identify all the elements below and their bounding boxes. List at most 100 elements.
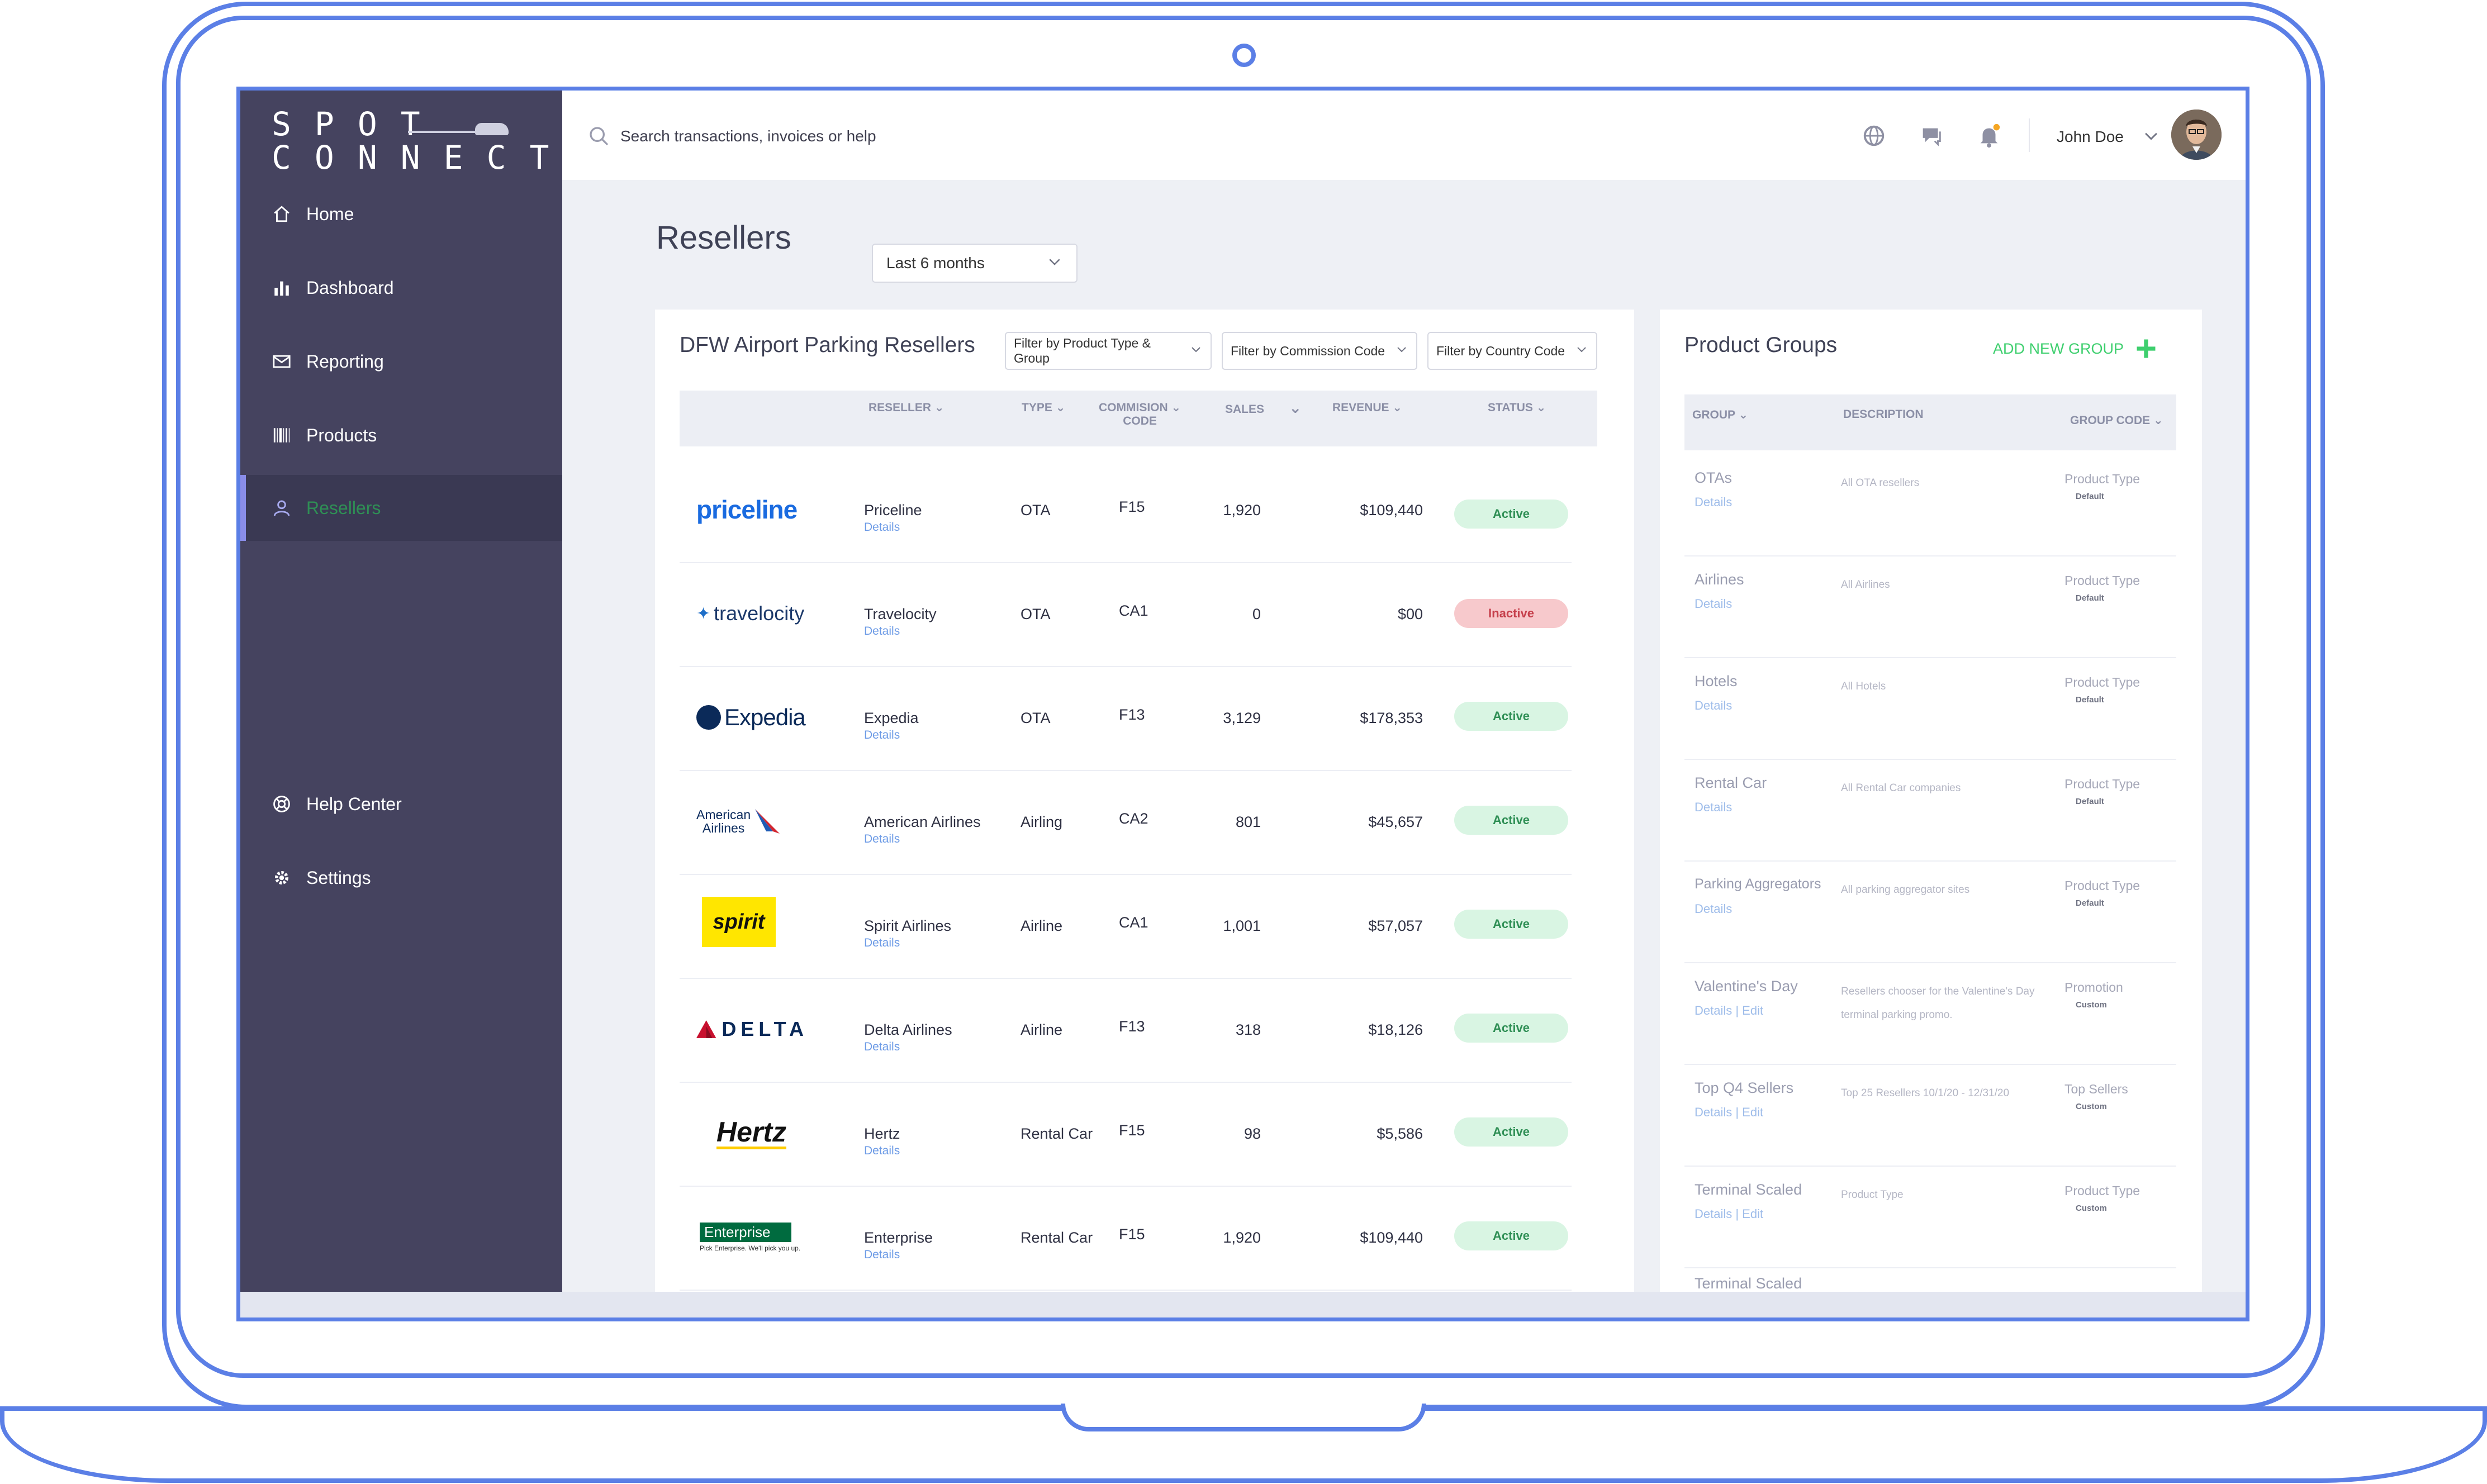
bell-icon[interactable] xyxy=(1976,123,2002,149)
logo-text: DELTA xyxy=(722,1017,808,1040)
list-item[interactable]: Terminal Scaled Details | Edit Product T… xyxy=(1684,1167,2176,1268)
details-link[interactable]: Details xyxy=(864,521,900,534)
column-label: SALES xyxy=(1225,403,1265,416)
group-details-link[interactable]: Details xyxy=(1695,800,1732,815)
list-item[interactable]: Valentine's Day Details | Edit Resellers… xyxy=(1684,963,2176,1065)
group-name: Hotels xyxy=(1695,673,1738,689)
table-row[interactable]: American Airlines American Airlines Deta… xyxy=(680,771,1572,875)
table-row[interactable]: Hertz Hertz Details Rental Car F15 98 $5… xyxy=(680,1083,1572,1187)
search-input[interactable]: Search transactions, invoices or help xyxy=(620,127,876,145)
sidebar-item-products[interactable]: Products xyxy=(240,402,562,468)
list-item[interactable]: Parking Aggregators Details All parking … xyxy=(1684,862,2176,963)
list-item[interactable]: Rental Car Details All Rental Car compan… xyxy=(1684,760,2176,862)
column-header-sales[interactable]: SALES xyxy=(1225,403,1264,416)
details-link[interactable]: Details xyxy=(864,1040,900,1054)
table-row[interactable]: ✦ travelocity Travelocity Details OTA CA… xyxy=(680,563,1572,667)
details-link[interactable]: Details xyxy=(864,729,900,742)
sidebar-item-home[interactable]: Home xyxy=(240,181,562,247)
details-link[interactable]: Details xyxy=(864,936,900,950)
sidebar-item-reporting[interactable]: Reporting xyxy=(240,329,562,394)
details-link[interactable]: Details xyxy=(864,1144,900,1158)
group-details-link[interactable]: Details xyxy=(1695,495,1732,510)
column-header-revenue[interactable]: REVENUE ⌄ xyxy=(1332,401,1402,415)
sidebar-item-resellers[interactable]: Resellers xyxy=(240,475,562,541)
filter-country-code[interactable]: Filter by Country Code xyxy=(1427,332,1597,370)
column-header-group-code[interactable]: GROUP CODE ⌄ xyxy=(2070,413,2163,427)
group-description: All OTA resellers xyxy=(1841,477,1920,489)
chevron-down-icon xyxy=(1189,343,1203,359)
barcode-icon xyxy=(270,424,293,446)
group-details-link[interactable]: Details xyxy=(1695,902,1732,916)
column-header-reseller[interactable]: RESELLER ⌄ xyxy=(868,401,944,415)
reseller-type: Airline xyxy=(1021,1021,1063,1038)
status-badge: Active xyxy=(1454,1014,1568,1043)
table-row[interactable]: DELTA Delta Airlines Details Airline F13… xyxy=(680,979,1572,1083)
sidebar-item-label: Settings xyxy=(306,867,371,888)
filter-product-type[interactable]: Filter by Product Type & Group xyxy=(1005,332,1212,370)
user-icon xyxy=(270,497,293,519)
group-name: Valentine's Day xyxy=(1695,978,1798,995)
group-details-link[interactable]: Details | Edit xyxy=(1695,1003,1763,1018)
column-header-status[interactable]: STATUS ⌄ xyxy=(1488,401,1546,415)
group-details-link[interactable]: Details xyxy=(1695,597,1732,611)
group-details-link[interactable]: Details | Edit xyxy=(1695,1207,1763,1221)
filter-commission-code[interactable]: Filter by Commission Code xyxy=(1222,332,1417,370)
plane-badge-icon xyxy=(696,705,721,730)
commission-code: CA1 xyxy=(1119,602,1148,619)
group-details-link[interactable]: Details | Edit xyxy=(1695,1105,1763,1120)
revenue-value: $109,440 xyxy=(1360,502,1423,519)
sidebar-item-settings[interactable]: Settings xyxy=(240,845,562,911)
group-details-link[interactable]: Details xyxy=(1695,698,1732,713)
search-icon[interactable] xyxy=(588,125,610,150)
reseller-name: Delta Airlines xyxy=(864,1021,952,1038)
group-code: Product Type xyxy=(2064,472,2140,486)
list-item[interactable]: Airlines Details All Airlines Product Ty… xyxy=(1684,556,2176,658)
chevron-down-icon[interactable]: ⌄ xyxy=(1289,398,1302,417)
sidebar-item-dashboard[interactable]: Dashboard xyxy=(240,255,562,321)
sidebar-item-help-center[interactable]: Help Center xyxy=(240,771,562,837)
period-select[interactable]: Last 6 months xyxy=(872,244,1078,283)
details-link[interactable]: Details xyxy=(864,625,900,638)
sales-value: 1,920 xyxy=(1223,502,1261,519)
reseller-name: Enterprise xyxy=(864,1229,933,1246)
details-link[interactable]: Details xyxy=(864,833,900,846)
status-badge: Active xyxy=(1454,806,1568,835)
table-row[interactable]: Expedia Expedia Details OTA F13 3,129 $1… xyxy=(680,667,1572,771)
column-label: REVENUE xyxy=(1332,401,1389,414)
gear-icon xyxy=(270,867,293,889)
chat-icon[interactable] xyxy=(1919,123,1944,149)
revenue-value: $5,586 xyxy=(1377,1125,1423,1142)
reseller-name: Hertz xyxy=(864,1125,900,1142)
logo-line: Airlines xyxy=(702,821,745,835)
table-row[interactable]: priceline Priceline Details OTA F15 1,92… xyxy=(680,459,1572,563)
list-item[interactable]: Top Q4 Sellers Details | Edit Top 25 Res… xyxy=(1684,1065,2176,1167)
star-icon: ✦ xyxy=(696,604,711,623)
sidebar-item-label: Help Center xyxy=(306,793,402,814)
brand-logo[interactable]: SPOT CONNECT xyxy=(272,107,549,174)
column-header-description[interactable]: DESCRIPTION xyxy=(1843,408,1924,421)
add-new-group-button[interactable]: ADD NEW GROUP xyxy=(1993,336,2158,361)
column-header-group[interactable]: GROUP ⌄ xyxy=(1692,408,1748,422)
group-code: Top Sellers xyxy=(2064,1082,2128,1096)
column-header-type[interactable]: TYPE ⌄ xyxy=(1022,401,1065,415)
group-description: All Rental Car companies xyxy=(1841,782,1961,794)
enterprise-logo: Enterprise Pick Enterprise. We'll pick y… xyxy=(700,1209,811,1265)
table-row[interactable]: Enterprise Pick Enterprise. We'll pick y… xyxy=(680,1187,1572,1291)
user-name[interactable]: John Doe xyxy=(2057,128,2124,146)
column-header-commission-code[interactable]: COMMISION ⌄ CODE xyxy=(1099,401,1181,428)
sidebar-item-label: Dashboard xyxy=(306,277,394,298)
revenue-value: $00 xyxy=(1397,606,1423,622)
list-item[interactable]: OTAs Details All OTA resellers Product T… xyxy=(1684,455,2176,556)
logo-text: Hertz xyxy=(716,1117,787,1149)
chevron-down-icon xyxy=(1046,253,1063,274)
revenue-value: $45,657 xyxy=(1368,814,1423,830)
sidebar: SPOT CONNECT Home Dashboard Reporting Pr… xyxy=(240,91,562,1292)
details-link[interactable]: Details xyxy=(864,1248,900,1262)
globe-icon[interactable] xyxy=(1861,123,1887,149)
chevron-down-icon[interactable] xyxy=(2142,126,2161,148)
avatar[interactable] xyxy=(2171,110,2222,160)
list-item[interactable]: Hotels Details All Hotels Product Type D… xyxy=(1684,658,2176,760)
reseller-type: Rental Car xyxy=(1021,1229,1093,1246)
group-kind: Default xyxy=(2076,898,2104,908)
table-row[interactable]: spirit Spirit Airlines Details Airline C… xyxy=(680,875,1572,979)
